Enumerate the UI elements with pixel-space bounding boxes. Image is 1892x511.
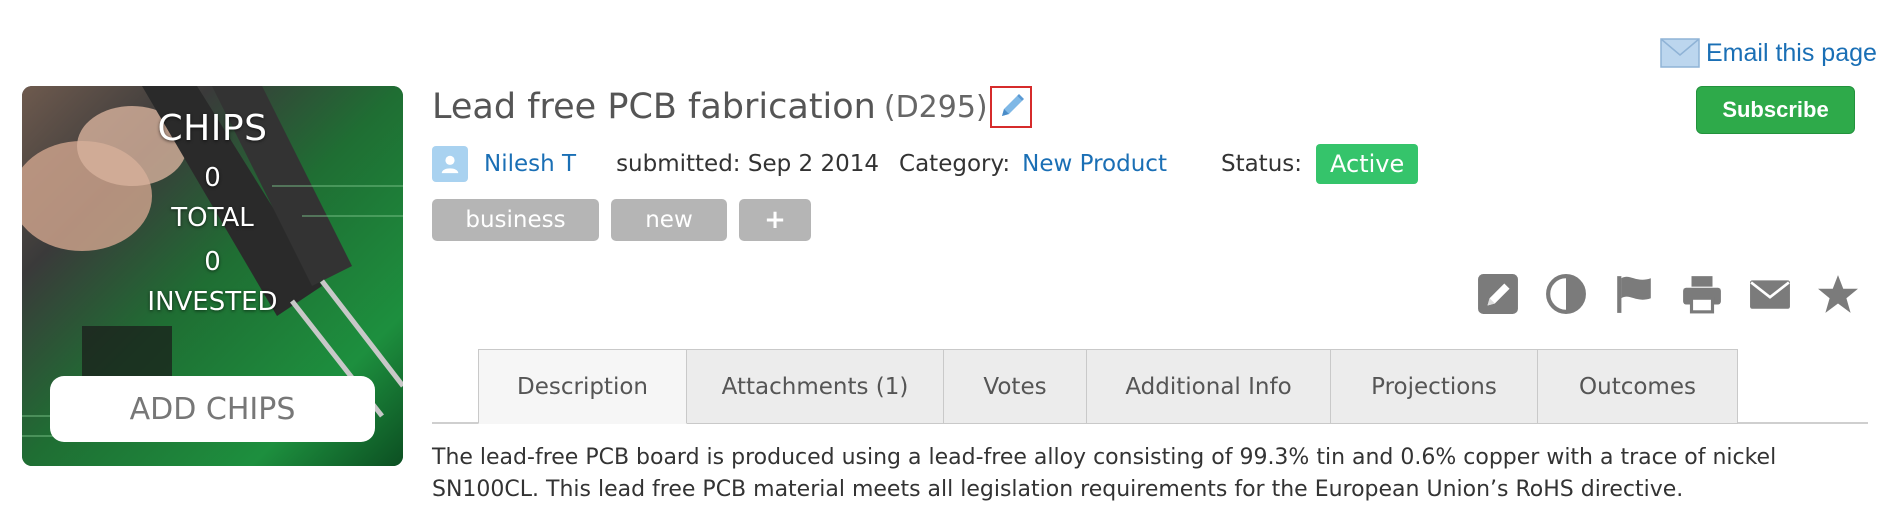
tag-new[interactable]: new (611, 199, 727, 241)
pencil-icon (1001, 94, 1024, 116)
user-avatar-icon (432, 146, 468, 182)
print-icon (1683, 276, 1721, 314)
chips-total-value: 0 (204, 163, 221, 193)
idea-title-row: Lead free PCB fabrication (D295) (432, 86, 1032, 128)
chips-invested-label: INVESTED (147, 287, 278, 317)
submitted-date: submitted: Sep 2 2014 (616, 151, 880, 177)
idea-id: (D295) (883, 89, 988, 125)
tab-additional-info[interactable]: Additional Info (1087, 349, 1331, 424)
print-button[interactable] (1679, 272, 1725, 316)
chips-total-label: TOTAL (171, 203, 254, 233)
idea-description: The lead-free PCB board is produced usin… (432, 445, 1777, 502)
edit-title-button[interactable] (989, 86, 1032, 128)
contrast-button[interactable] (1543, 272, 1589, 316)
chips-panel: CHIPS 0 TOTAL 0 INVESTED ADD CHIPS (22, 86, 403, 466)
flag-icon (1617, 276, 1651, 313)
status-badge: Active (1316, 144, 1419, 184)
tags-row: business new + (432, 199, 811, 241)
envelope-icon (1660, 38, 1700, 68)
favorite-button[interactable] (1815, 272, 1861, 316)
email-link-label: Email this page (1706, 38, 1877, 67)
tab-outcomes[interactable]: Outcomes (1538, 349, 1738, 424)
page-title: Lead free PCB fabrication (432, 87, 876, 127)
author-link[interactable]: Nilesh T (484, 151, 576, 177)
tab-description[interactable]: Description (478, 349, 687, 424)
add-chips-button[interactable]: ADD CHIPS (50, 376, 375, 442)
edit-idea-button[interactable] (1475, 272, 1521, 316)
category-label: Category: (899, 151, 1011, 177)
email-button[interactable] (1747, 272, 1793, 316)
contrast-icon (1546, 274, 1586, 314)
flag-button[interactable] (1611, 272, 1657, 316)
idea-meta-row: Nilesh T submitted: Sep 2 2014 Category:… (432, 142, 1419, 186)
tag-business[interactable]: business (432, 199, 599, 241)
chips-title: CHIPS (157, 108, 268, 149)
edit-icon (1478, 274, 1518, 314)
status-label: Status: (1220, 151, 1303, 177)
subscribe-button[interactable]: Subscribe (1696, 86, 1855, 134)
idea-tabs: Description Attachments (1) Votes Additi… (478, 349, 1738, 424)
idea-actions (1475, 272, 1861, 316)
tab-projections[interactable]: Projections (1331, 349, 1538, 424)
tab-votes[interactable]: Votes (944, 349, 1087, 424)
category-link[interactable]: New Product (1022, 151, 1167, 177)
add-tag-button[interactable]: + (739, 199, 811, 241)
chips-invested-value: 0 (204, 247, 221, 277)
email-this-page-link[interactable]: Email this page (1660, 38, 1877, 68)
tab-attachments[interactable]: Attachments (1) (687, 349, 944, 424)
star-icon (1818, 275, 1858, 313)
envelope-icon (1750, 280, 1790, 309)
